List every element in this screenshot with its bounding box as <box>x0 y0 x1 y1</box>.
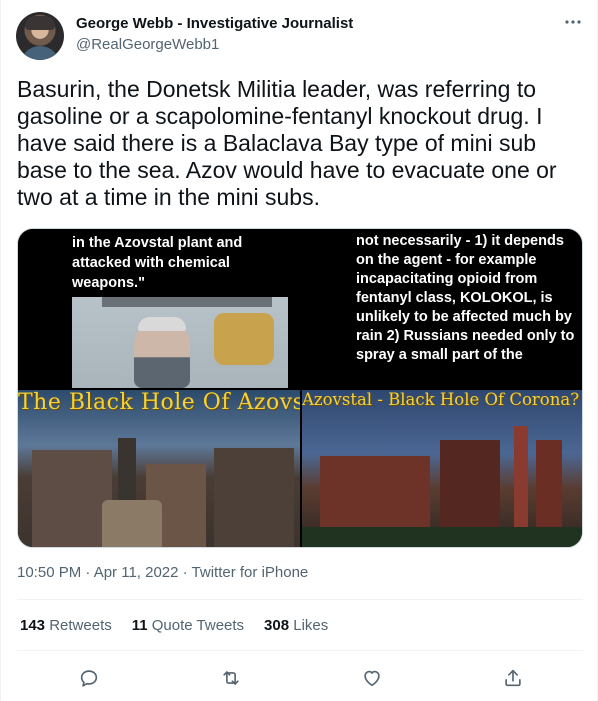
media-image-1[interactable]: in the Azovstal plant and attacked with … <box>18 229 300 388</box>
divider <box>17 599 583 600</box>
plant-tanks <box>102 500 162 547</box>
media-image-2[interactable]: not necessarily - 1) it depends on the a… <box>302 229 582 388</box>
left-border <box>0 0 1 701</box>
plant-building <box>32 450 112 547</box>
tweet-text: Basurin, the Donetsk Militia leader, was… <box>17 76 557 210</box>
tweet-card: George Webb - Investigative Journalist @… <box>0 0 598 701</box>
tweet-stats: 143 Retweets 11 Quote Tweets 308 Likes <box>20 617 348 634</box>
image-3-title: The Black Hole Of Azovstal <box>18 390 300 415</box>
action-bar <box>0 663 598 693</box>
plant-building <box>214 448 294 547</box>
share-icon[interactable] <box>498 663 528 693</box>
retweets-label: Retweets <box>49 617 112 634</box>
retweets-stat[interactable]: 143 Retweets <box>20 617 112 634</box>
tweet-timestamp[interactable]: 10:50 PM · Apr 11, 2022 · Twitter for iP… <box>17 564 308 581</box>
image-1-caption: in the Azovstal plant and attacked with … <box>72 235 243 291</box>
divider <box>17 650 583 651</box>
author-name[interactable]: George Webb - Investigative Journalist <box>76 15 353 32</box>
media-image-4[interactable]: Azovstal - Black Hole Of Corona? <box>302 390 582 547</box>
image-4-title: Azovstal - Black Hole Of Corona? <box>302 390 580 409</box>
photo-person-hair <box>138 317 186 331</box>
avatar-hair <box>25 16 55 30</box>
author-handle[interactable]: @RealGeorgeWebb1 <box>76 36 219 53</box>
image-1-photo <box>72 297 288 388</box>
likes-count: 308 <box>264 617 290 634</box>
photo-emblem <box>214 313 274 365</box>
image-2-caption: not necessarily - 1) it depends on the a… <box>356 233 575 363</box>
more-dots-glyph <box>565 20 581 24</box>
plant-chimney <box>514 426 528 531</box>
quotes-stat[interactable]: 11 Quote Tweets <box>132 617 244 634</box>
more-horizontal-icon[interactable] <box>561 14 585 34</box>
quotes-count: 11 <box>131 617 148 634</box>
likes-label: Likes <box>293 617 329 634</box>
plant-ground <box>302 527 582 547</box>
plant-furnace <box>440 440 500 531</box>
plant-building <box>320 456 430 531</box>
retweet-icon[interactable] <box>216 663 246 693</box>
media-grid: in the Azovstal plant and attacked with … <box>17 228 583 548</box>
retweets-count: 143 <box>20 617 46 634</box>
photo-banner <box>102 297 272 307</box>
plant-chimney <box>536 440 562 531</box>
reply-icon[interactable] <box>74 663 104 693</box>
avatar[interactable] <box>16 12 64 60</box>
likes-stat[interactable]: 308 Likes <box>264 617 328 634</box>
media-image-3[interactable]: The Black Hole Of Azovstal <box>18 390 300 547</box>
heart-icon[interactable] <box>357 663 387 693</box>
avatar-shirt <box>20 46 60 60</box>
quotes-label: Quote Tweets <box>151 617 245 634</box>
